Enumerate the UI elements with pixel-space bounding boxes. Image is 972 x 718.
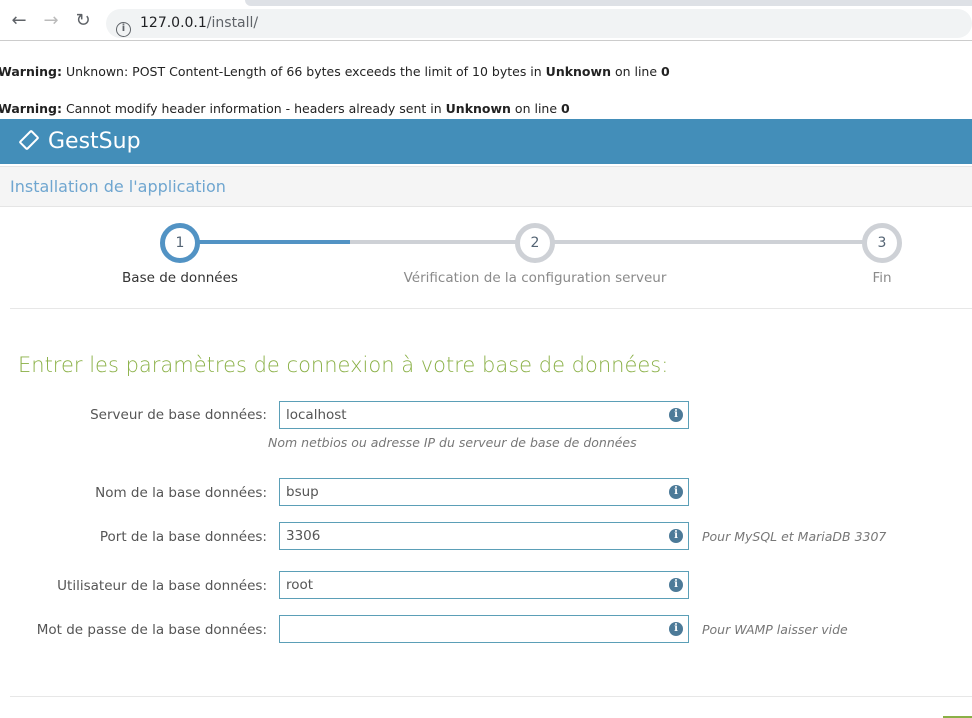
db-name-input[interactable] [279, 478, 689, 506]
db-password-note: Pour WAMP laisser vide [702, 622, 848, 637]
info-icon[interactable]: i [669, 578, 683, 592]
step-1-label: Base de données [122, 270, 238, 286]
db-password-input[interactable] [279, 615, 689, 643]
progress-line-remaining [350, 240, 882, 244]
app-header [0, 119, 972, 164]
warning-text: Unknown: POST Content-Length of 66 bytes… [61, 64, 546, 79]
field-label: Mot de passe de la base données: [36, 622, 267, 638]
back-icon[interactable]: ← [8, 10, 30, 31]
warning-file: Unknown [445, 101, 511, 116]
warning-label: Warning: [0, 101, 62, 116]
divider [10, 696, 972, 697]
step-3-circle: 3 [862, 223, 902, 263]
php-warning: Warning: Unknown: POST Content-Length of… [0, 64, 670, 79]
field-label: Nom de la base données: [95, 485, 267, 501]
ticket-icon [18, 129, 40, 151]
db-server-help: Nom netbios ou adresse IP du serveur de … [268, 435, 637, 450]
url-host: 127.0.0.1 [140, 15, 207, 31]
app-logo[interactable]: GestSup [18, 129, 141, 154]
url-path: /install/ [206, 15, 259, 31]
warning-label: Warning: [0, 64, 62, 79]
warning-line: 0 [661, 64, 670, 79]
db-port-input[interactable] [279, 522, 689, 550]
form-heading: Entrer les paramètres de connexion à vot… [18, 353, 669, 377]
info-icon[interactable]: i [669, 408, 683, 422]
reload-icon[interactable]: ↻ [72, 10, 94, 31]
site-info-icon[interactable]: i [116, 16, 131, 37]
info-icon[interactable]: i [669, 529, 683, 543]
step-2-circle: 2 [515, 223, 555, 263]
db-user-input[interactable] [279, 571, 689, 599]
php-warning: Warning: Cannot modify header informatio… [0, 101, 570, 116]
app-name: GestSup [48, 129, 141, 154]
step-3-label: Fin [872, 270, 892, 286]
info-icon[interactable]: i [669, 622, 683, 636]
url-text[interactable]: 127.0.0.1/install/ [140, 15, 258, 31]
info-icon[interactable]: i [669, 485, 683, 499]
field-label: Serveur de base données: [90, 407, 267, 423]
page-title: Installation de l'application [10, 177, 226, 196]
warning-text: on line [510, 101, 562, 116]
db-port-note: Pour MySQL et MariaDB 3307 [702, 529, 887, 544]
step-1-circle: 1 [160, 223, 200, 263]
warning-text: Cannot modify header information - heade… [61, 101, 446, 116]
progress-line-done [180, 240, 350, 244]
step-2-label: Vérification de la configuration serveur [403, 270, 667, 286]
field-label: Port de la base données: [99, 529, 267, 545]
warning-text: on line [610, 64, 662, 79]
db-server-input[interactable] [279, 401, 689, 429]
divider [10, 308, 972, 309]
warning-file: Unknown [545, 64, 611, 79]
forward-icon[interactable]: → [40, 10, 62, 31]
field-label: Utilisateur de la base données: [57, 578, 267, 594]
warning-line: 0 [561, 101, 570, 116]
